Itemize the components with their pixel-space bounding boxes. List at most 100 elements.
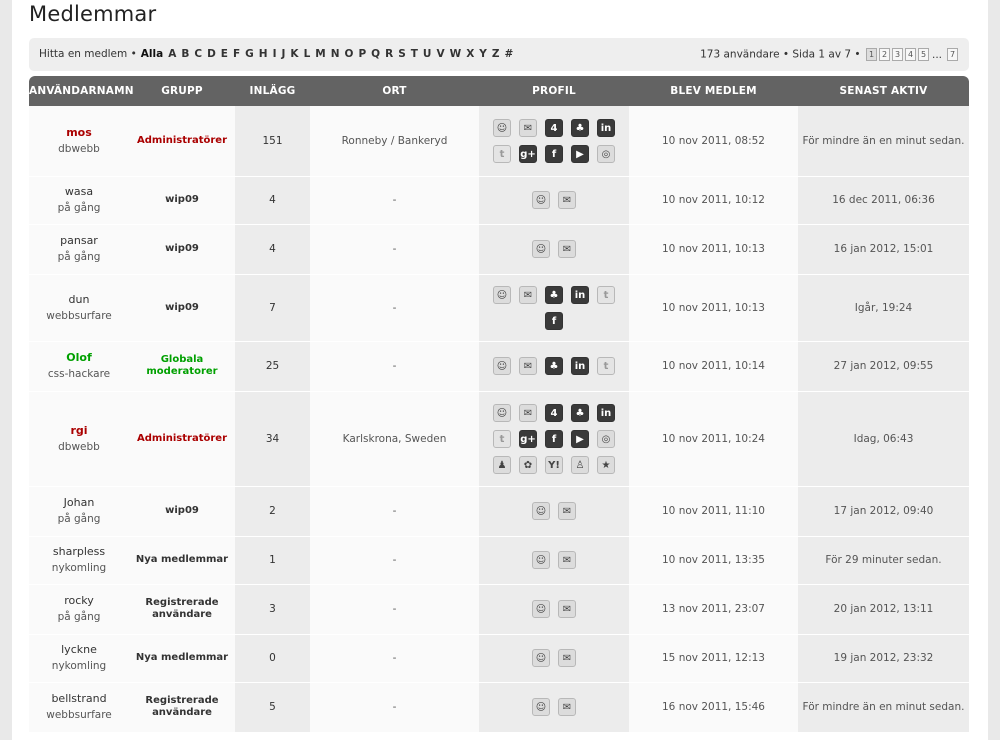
profile-icon[interactable]: ☺ [532, 502, 550, 520]
foursquare-icon[interactable]: 4 [545, 118, 563, 137]
googleplus-icon[interactable]: g+ [519, 429, 537, 448]
googleplus-icon[interactable]: g+ [519, 144, 537, 163]
profile-icon[interactable]: ☺ [493, 118, 511, 137]
username-link[interactable]: lyckne [29, 642, 129, 658]
profile-icon[interactable]: ☺ [532, 698, 550, 716]
email-icon[interactable]: ✉ [519, 285, 537, 304]
letter-link[interactable]: P [358, 48, 366, 60]
twitter-icon[interactable]: t [493, 144, 511, 163]
email-icon[interactable]: ✉ [558, 502, 576, 520]
letter-link[interactable]: Q [371, 48, 380, 60]
letter-link[interactable]: T [411, 48, 418, 60]
page-link[interactable]: 3 [891, 48, 903, 61]
letter-link[interactable]: X [466, 48, 474, 60]
twitter-icon[interactable]: t [597, 285, 615, 304]
linkedin-icon[interactable]: in [597, 403, 615, 422]
letter-link[interactable]: F [233, 48, 240, 60]
letter-link[interactable]: Alla [141, 48, 163, 60]
username-link[interactable]: mos [29, 125, 129, 141]
profile-icon[interactable]: ☺ [493, 357, 511, 375]
letter-link[interactable]: R [385, 48, 393, 60]
letter-link[interactable]: B [181, 48, 189, 60]
linkedin-icon[interactable]: in [571, 357, 589, 375]
profile-icon[interactable]: ☺ [532, 191, 550, 209]
email-icon[interactable]: ✉ [558, 698, 576, 716]
username-link[interactable]: bellstrand [29, 691, 129, 707]
email-icon[interactable]: ✉ [558, 240, 576, 258]
letter-link[interactable]: V [436, 48, 444, 60]
page-link[interactable]: 1 [865, 48, 877, 61]
letter-link[interactable]: # [505, 48, 514, 60]
letter-link[interactable]: H [259, 48, 268, 60]
profile-icon[interactable]: ☺ [493, 403, 511, 422]
username-link[interactable]: sharpless [29, 544, 129, 560]
header-group[interactable]: GRUPP [129, 76, 235, 106]
email-icon[interactable]: ✉ [558, 649, 576, 667]
header-joined[interactable]: BLEV MEDLEM [629, 76, 798, 106]
website-icon[interactable]: ◎ [597, 144, 615, 163]
twitter-icon[interactable]: t [493, 429, 511, 448]
facebook-icon[interactable]: f [545, 144, 563, 163]
header-posts[interactable]: INLÄGG [235, 76, 310, 106]
letter-link[interactable]: G [245, 48, 254, 60]
email-icon[interactable]: ✉ [519, 118, 537, 137]
star-icon[interactable]: ★ [597, 455, 615, 474]
letter-link[interactable]: N [331, 48, 340, 60]
youtube-icon[interactable]: ▶ [571, 144, 589, 163]
page-link[interactable]: 2 [878, 48, 890, 61]
email-icon[interactable]: ✉ [519, 357, 537, 375]
letter-link[interactable]: Z [492, 48, 500, 60]
header-username[interactable]: ANVÄNDARNAMN [29, 76, 134, 106]
username-link[interactable]: rgi [29, 423, 129, 439]
letter-link[interactable]: C [194, 48, 202, 60]
github-icon[interactable]: ♣ [571, 403, 589, 422]
email-icon[interactable]: ✉ [558, 191, 576, 209]
twitter-icon[interactable]: t [597, 357, 615, 375]
github-icon[interactable]: ♣ [571, 118, 589, 137]
linkedin-icon[interactable]: in [597, 118, 615, 137]
page-link[interactable]: 5 [917, 48, 929, 61]
icq-icon[interactable]: ✿ [519, 455, 537, 474]
username-link[interactable]: Johan [29, 495, 129, 511]
letter-link[interactable]: M [315, 48, 325, 60]
github-icon[interactable]: ♣ [545, 285, 563, 304]
profile-icon[interactable]: ☺ [532, 240, 550, 258]
letter-link[interactable]: S [398, 48, 406, 60]
username-link[interactable]: pansar [29, 233, 129, 249]
facebook-icon[interactable]: f [545, 429, 563, 448]
letter-link[interactable]: K [290, 48, 298, 60]
letter-link[interactable]: U [423, 48, 432, 60]
username-link[interactable]: wasa [29, 184, 129, 200]
email-icon[interactable]: ✉ [558, 600, 576, 618]
letter-link[interactable]: Y [479, 48, 487, 60]
header-city[interactable]: ORT [310, 76, 479, 106]
letter-link[interactable]: E [221, 48, 228, 60]
page-link[interactable]: 4 [904, 48, 916, 61]
github-icon[interactable]: ♣ [545, 357, 563, 375]
letter-link[interactable]: J [282, 48, 286, 60]
username-link[interactable]: dun [29, 292, 129, 308]
profile-icon[interactable]: ☺ [532, 649, 550, 667]
letter-link[interactable]: A [168, 48, 176, 60]
letter-link[interactable]: I [273, 48, 277, 60]
aim-icon[interactable]: ♙ [571, 455, 589, 474]
letter-link[interactable]: W [450, 48, 462, 60]
username-link[interactable]: Olof [29, 350, 129, 366]
profile-icon[interactable]: ☺ [532, 551, 550, 569]
letter-link[interactable]: L [304, 48, 311, 60]
header-last-active[interactable]: SENAST AKTIV [798, 76, 969, 106]
profile-icon[interactable]: ☺ [532, 600, 550, 618]
linkedin-icon[interactable]: in [571, 285, 589, 304]
letter-link[interactable]: O [345, 48, 354, 60]
youtube-icon[interactable]: ▶ [571, 429, 589, 448]
letter-link[interactable]: D [207, 48, 216, 60]
website-icon[interactable]: ◎ [597, 429, 615, 448]
email-icon[interactable]: ✉ [558, 551, 576, 569]
page-link-last[interactable]: 7 [947, 48, 958, 61]
profile-icon[interactable]: ☺ [493, 285, 511, 304]
facebook-icon[interactable]: f [545, 311, 563, 330]
yahoo-icon[interactable]: Y! [545, 455, 563, 474]
username-link[interactable]: rocky [29, 593, 129, 609]
email-icon[interactable]: ✉ [519, 403, 537, 422]
foursquare-icon[interactable]: 4 [545, 403, 563, 422]
